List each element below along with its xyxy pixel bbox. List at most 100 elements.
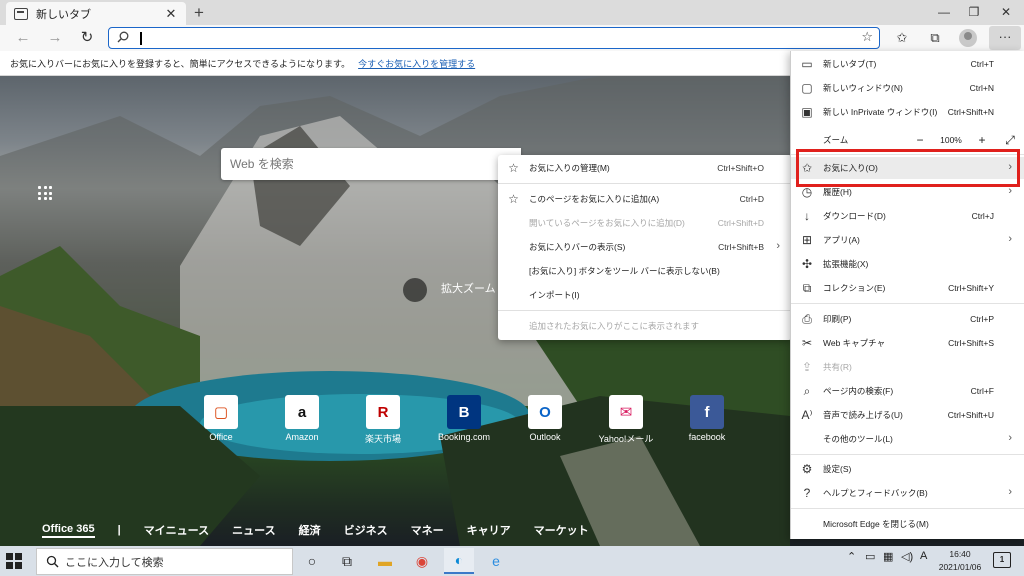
favorites-bar-message: お気に入りバーにお気に入りを登録すると、簡単にアクセスできるようになります。 — [10, 58, 351, 69]
tile-office[interactable]: ▢ Office — [185, 395, 257, 442]
menu-label: 追加されたお気に入りがここに表示されます — [529, 321, 700, 331]
menu-new-tab[interactable]: ▭ 新しいタブ(T) Ctrl+T — [791, 53, 1024, 75]
menu-find[interactable]: ⌕ ページ内の検索(F) Ctrl+F — [791, 380, 1024, 402]
network-icon[interactable]: ▦ — [883, 550, 893, 563]
zoom-out-button[interactable]: − — [906, 133, 934, 147]
settings-and-more-button[interactable]: ··· — [989, 26, 1021, 50]
close-window-button[interactable]: ✕ — [990, 0, 1022, 25]
menu-label: アプリ(A) — [823, 235, 860, 245]
volume-icon[interactable]: ◁) — [901, 550, 913, 563]
menu-new-window[interactable]: ▢ 新しいウィンドウ(N) Ctrl+N — [791, 77, 1024, 99]
chrome-icon[interactable]: ◉ — [407, 548, 437, 574]
edge-icon[interactable]: ◐ — [444, 548, 474, 574]
minimize-button[interactable]: — — [928, 0, 960, 25]
menu-show-favorites-bar[interactable]: お気に入りバーの表示(S) Ctrl+Shift+B › — [498, 236, 792, 258]
menu-collections[interactable]: ⧉ コレクション(E) Ctrl+Shift+Y — [791, 277, 1024, 299]
battery-icon[interactable]: ▭ — [865, 550, 875, 563]
nav-news[interactable]: ニュース — [232, 522, 275, 538]
taskbar-search-placeholder: ここに入力して検索 — [65, 556, 164, 569]
menu-hide-favorites-button[interactable]: [お気に入り] ボタンをツール バーに表示しない(B) — [498, 260, 792, 282]
menu-read-aloud[interactable]: A⁾ 音声で読み上げる(U) Ctrl+Shift+U — [791, 404, 1024, 426]
news-nav: Office 365 | マイニュース ニュース 経済 ビジネス マネー キャリ… — [0, 520, 790, 540]
tile-facebook[interactable]: f facebook — [671, 395, 743, 442]
chevron-right-icon: › — [1008, 233, 1012, 245]
forward-button[interactable]: → — [44, 27, 66, 49]
menu-add-open-pages: 開いているページをお気に入りに追加(D) Ctrl+Shift+D — [498, 212, 792, 234]
profile-avatar[interactable] — [959, 29, 977, 47]
tile-rakuten[interactable]: R 楽天市場 — [347, 395, 419, 445]
menu-close-edge[interactable]: Microsoft Edge を閉じる(M) — [791, 513, 1024, 535]
taskbar-search-input[interactable]: ここに入力して検索 — [36, 548, 293, 575]
tray-chevron-icon[interactable]: ⌃ — [847, 550, 856, 563]
menu-new-inprivate[interactable]: ▣ 新しい InPrivate ウィンドウ(I) Ctrl+Shift+N — [791, 101, 1024, 123]
tile-label: 楽天市場 — [364, 434, 401, 444]
fullscreen-icon[interactable]: ⤢ — [996, 133, 1024, 148]
gear-icon: ⚙ — [801, 462, 813, 476]
menu-settings[interactable]: ⚙ 設定(S) — [791, 458, 1024, 480]
tile-outlook[interactable]: O Outlook — [509, 395, 581, 442]
app-launcher-icon[interactable] — [38, 186, 52, 200]
menu-shortcut: Ctrl+Shift+D — [717, 218, 764, 228]
ime-indicator[interactable]: A — [920, 550, 927, 562]
tab-close-icon[interactable]: ✕ — [164, 6, 178, 22]
zoom-in-button[interactable]: + — [968, 133, 996, 147]
nav-office365[interactable]: Office 365 — [42, 523, 95, 538]
nav-economy[interactable]: 経済 — [299, 522, 321, 538]
internet-explorer-icon[interactable]: e — [481, 548, 511, 574]
collections-icon[interactable]: ⧉ — [924, 28, 946, 48]
menu-label: [お気に入り] ボタンをツール バーに表示しない(B) — [529, 266, 720, 276]
zoom-lens-icon[interactable] — [403, 278, 427, 302]
menu-label: 開いているページをお気に入りに追加(D) — [529, 218, 685, 228]
add-favorite-star-icon[interactable]: ☆ — [861, 29, 873, 45]
manage-favorites-icon: ☆ — [508, 161, 519, 175]
task-view-icon[interactable]: ⧉ — [332, 548, 362, 574]
menu-downloads[interactable]: ↓ ダウンロード(D) Ctrl+J — [791, 205, 1024, 227]
address-bar[interactable]: ☆ — [108, 27, 880, 49]
menu-shortcut: Ctrl+Shift+U — [947, 410, 994, 420]
nav-career[interactable]: キャリア — [467, 522, 511, 538]
taskbar-clock[interactable]: 16:40 2021/01/06 — [932, 548, 988, 574]
nav-business[interactable]: ビジネス — [344, 522, 388, 538]
menu-label: Web キャプチャ — [823, 338, 886, 348]
menu-import[interactable]: インポート(I) — [498, 284, 792, 306]
menu-print[interactable]: ⎙ 印刷(P) Ctrl+P — [791, 308, 1024, 330]
menu-more-tools[interactable]: その他のツール(L) › — [791, 428, 1024, 450]
back-button[interactable]: ← — [12, 27, 34, 49]
manage-favorites-link[interactable]: 今すぐお気に入りを管理する — [358, 57, 475, 70]
tile-amazon[interactable]: a Amazon — [266, 395, 338, 442]
search-icon — [117, 31, 129, 43]
menu-label: お気に入りの管理(M) — [529, 163, 610, 173]
menu-shortcut: Ctrl+Shift+Y — [948, 283, 994, 293]
menu-label: このページをお気に入りに追加(A) — [529, 194, 660, 204]
menu-manage-favorites[interactable]: ☆ お気に入りの管理(M) Ctrl+Shift+O — [498, 157, 792, 179]
new-window-icon: ▢ — [801, 81, 813, 95]
booking-icon: B — [447, 395, 481, 429]
tile-yahoo-mail[interactable]: ✉ Yahoo!メール — [590, 395, 662, 445]
file-explorer-icon[interactable]: ▬ — [370, 548, 400, 574]
restore-button[interactable]: ❐ — [958, 0, 990, 25]
taskbar: ここに入力して検索 ○ ⧉ ▬ ◉ ◐ e ⌃ ▭ ▦ ◁) A 16:40 2… — [0, 546, 1024, 576]
notification-icon[interactable]: 1 — [993, 552, 1011, 568]
menu-extensions[interactable]: ✣ 拡張機能(X) — [791, 253, 1024, 275]
new-tab-page-icon — [14, 7, 28, 20]
tile-label: Outlook — [529, 432, 561, 442]
refresh-button[interactable]: ↻ — [76, 27, 98, 49]
tab-new-tab[interactable]: 新しいタブ ✕ — [6, 2, 186, 25]
nav-money[interactable]: マネー — [411, 522, 444, 538]
new-tab-button[interactable]: + — [190, 3, 208, 23]
menu-divider — [791, 508, 1024, 509]
menu-help[interactable]: ? ヘルプとフィードバック(B) › — [791, 482, 1024, 504]
menu-add-page-favorite[interactable]: ☆ このページをお気に入りに追加(A) Ctrl+D — [498, 188, 792, 210]
menu-web-capture[interactable]: ✂ Web キャプチャ Ctrl+Shift+S — [791, 332, 1024, 354]
nav-market[interactable]: マーケット — [534, 522, 589, 538]
settings-menu: ▭ 新しいタブ(T) Ctrl+T ▢ 新しいウィンドウ(N) Ctrl+N ▣… — [790, 51, 1024, 539]
web-search-input[interactable]: Web を検索 — [221, 148, 521, 180]
tile-label: Yahoo!メール — [598, 434, 654, 444]
nav-my-news[interactable]: マイニュース — [144, 522, 209, 538]
cortana-icon[interactable]: ○ — [297, 548, 327, 574]
menu-apps[interactable]: ⊞ アプリ(A) › — [791, 229, 1024, 251]
tile-booking[interactable]: B Booking.com — [428, 395, 500, 442]
windows-start-icon[interactable] — [6, 553, 22, 569]
favorites-submenu: ☆ お気に入りの管理(M) Ctrl+Shift+O ☆ このページをお気に入り… — [498, 155, 792, 340]
favorites-icon[interactable]: ✩ — [891, 28, 913, 48]
